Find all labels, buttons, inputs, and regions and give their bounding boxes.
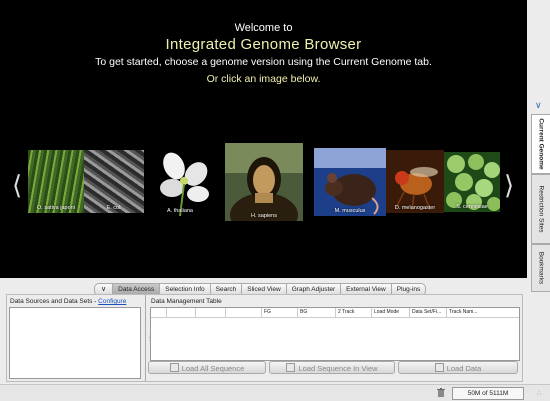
configure-link[interactable]: Configure xyxy=(98,298,126,305)
instruction-text: To get started, choose a genome version … xyxy=(95,56,432,68)
button-label: Load Sequence In View xyxy=(298,364,378,373)
carousel-item-label: S. cerevisiae xyxy=(456,204,488,210)
column-header[interactable] xyxy=(151,308,167,317)
table-header-row: FG BG 2 Track Load Mode Data Set/Fi... T… xyxy=(151,308,519,318)
button-label: Load All Sequence xyxy=(181,364,245,373)
sequence-icon xyxy=(286,363,296,372)
column-header-data-set[interactable]: Data Set/Fi... xyxy=(410,308,447,317)
data-sources-label: Data Sources and Data Sets - xyxy=(10,298,99,305)
data-management-header: Data Management Table xyxy=(151,298,222,305)
sequence-icon xyxy=(169,363,179,372)
column-header-track-name[interactable]: Track Nam... xyxy=(447,308,519,317)
resize-grip-icon[interactable]: ∴ xyxy=(537,389,541,397)
carousel-item-label: H. sapiens xyxy=(251,213,277,219)
chevron-down-icon: ∨ xyxy=(101,286,107,293)
carousel-item-o-sativa[interactable]: O. sativa japoni xyxy=(28,150,84,213)
load-all-sequence-button[interactable]: Load All Sequence xyxy=(148,361,266,374)
carousel-item-label: M. musculus xyxy=(334,208,366,214)
tab-label: Bookmarks xyxy=(537,251,545,285)
carousel-item-label: D. melanogaster xyxy=(394,205,436,211)
column-header[interactable] xyxy=(196,308,226,317)
welcome-panel: Welcome to Integrated Genome Browser To … xyxy=(0,0,527,278)
trash-icon[interactable] xyxy=(437,388,445,397)
welcome-text: Welcome to xyxy=(234,22,293,34)
column-header-fg[interactable]: FG xyxy=(262,308,298,317)
carousel-next-icon[interactable]: ⟩ xyxy=(504,172,514,198)
load-data-button[interactable]: Load Data xyxy=(398,361,518,374)
genome-carousel: O. sativa japoni E. coli A. thaliana H. … xyxy=(28,143,502,221)
carousel-item-m-musculus[interactable]: M. musculus xyxy=(314,148,386,216)
load-sequence-in-view-button[interactable]: Load Sequence In View xyxy=(269,361,395,374)
carousel-item-h-sapiens[interactable]: H. sapiens xyxy=(225,143,303,221)
side-tab-bar: Current Genome Restriction Sites Bookmar… xyxy=(531,92,550,372)
carousel-item-a-thaliana[interactable]: A. thaliana xyxy=(144,148,216,216)
carousel-item-d-melanogaster[interactable]: D. melanogaster xyxy=(386,150,444,213)
memory-indicator: 50M of 5111M xyxy=(452,387,524,400)
data-sources-header: Data Sources and Data Sets - Configure xyxy=(10,298,126,305)
tab-bookmarks[interactable]: Bookmarks xyxy=(531,244,550,292)
carousel-item-label: A. thaliana xyxy=(167,208,193,214)
column-header[interactable] xyxy=(226,308,262,317)
column-header[interactable] xyxy=(167,308,196,317)
carousel-item-e-coli[interactable]: E. coli xyxy=(84,150,144,213)
column-header-bg[interactable]: BG xyxy=(298,308,336,317)
tab-label: Restriction Sites xyxy=(537,185,545,233)
carousel-item-label: E. coli xyxy=(106,205,122,211)
data-management-table[interactable]: FG BG 2 Track Load Mode Data Set/Fi... T… xyxy=(150,307,520,361)
tab-current-genome[interactable]: Current Genome xyxy=(531,114,550,174)
split-divider[interactable] xyxy=(145,295,146,381)
column-header-load-mode[interactable]: Load Mode xyxy=(372,308,410,317)
refresh-icon xyxy=(434,363,444,372)
data-sources-tree[interactable] xyxy=(9,307,141,379)
tab-label: Current Genome xyxy=(537,118,545,170)
carousel-item-label: O. sativa japoni xyxy=(37,205,75,211)
app-title: Integrated Genome Browser xyxy=(165,36,362,53)
button-label: Load Data xyxy=(446,364,482,373)
column-header-2-track[interactable]: 2 Track xyxy=(336,308,372,317)
carousel-item-s-cerevisiae[interactable]: S. cerevisiae xyxy=(444,152,500,212)
data-access-panel: Data Sources and Data Sets - Configure ⋮… xyxy=(6,294,523,382)
carousel-prev-icon[interactable]: ⟨ xyxy=(12,172,22,198)
instruction-text-2: Or click an image below. xyxy=(206,73,321,85)
tab-restriction-sites[interactable]: Restriction Sites xyxy=(531,174,550,244)
status-bar: 50M of 5111M ∴ xyxy=(0,384,550,401)
